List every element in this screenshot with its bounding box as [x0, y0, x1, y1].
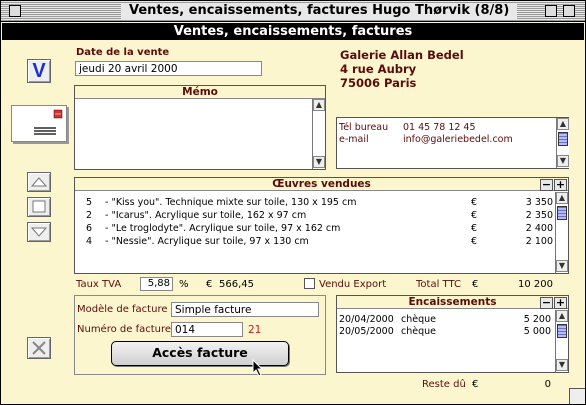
down-arrow-icon [30, 227, 48, 237]
invoice-box: Modèle de facture Simple facture Numéro … [74, 295, 326, 375]
access-invoice-label: Accès facture [152, 345, 248, 360]
delete-x-icon [32, 341, 46, 355]
title-bar[interactable]: Ventes, encaissements, factures Hugo Thø… [1, 1, 585, 22]
email-button[interactable] [11, 105, 67, 142]
works-panel: Œuvres vendues − + 5 - "Kiss you". Techn… [74, 177, 569, 274]
tva-amount: 566,45 [219, 279, 254, 290]
square-icon [32, 200, 46, 213]
sale-date-label: Date de la vente [76, 47, 170, 58]
work-description: - "Kiss you". Technique mixte sur toile,… [105, 197, 357, 208]
scroll-up-arrow-icon[interactable]: ▲ [313, 99, 325, 111]
page-header: Ventes, encaissements, factures [2, 23, 584, 40]
resize-grow-box-icon[interactable] [569, 388, 585, 404]
payment-date: 20/05/2000 [339, 326, 394, 337]
email-value[interactable]: info@galeriebedel.com [403, 134, 513, 145]
invoice-model-field[interactable]: Simple facture [171, 302, 319, 317]
tva-rate-field[interactable]: 5,88 [140, 277, 173, 291]
memo-title: Mémo [75, 86, 325, 99]
scroll-down-arrow-icon[interactable]: ▼ [313, 156, 325, 168]
up-arrow-icon [30, 177, 48, 187]
memo-panel: Mémo ▲ ▼ [74, 85, 326, 170]
sale-date-field[interactable]: jeudi 20 avril 2000 [75, 61, 262, 76]
work-currency: € [471, 197, 478, 208]
percent-sign: % [179, 279, 189, 290]
work-currency: € [471, 236, 478, 247]
work-price: 2 400 [525, 223, 553, 234]
scroll-up-arrow-icon[interactable]: ▲ [557, 118, 569, 130]
phone-value: 01 45 78 12 45 [403, 122, 476, 133]
total-ttc-value: 10 200 [518, 279, 553, 290]
remaining-due-label: Reste dû [422, 379, 466, 390]
remaining-currency: € [472, 379, 479, 390]
delete-button[interactable] [27, 337, 51, 359]
zoom-box-icon[interactable] [545, 5, 557, 17]
work-description: - "Icarus". Acrylique sur toile, 162 x 9… [105, 210, 307, 221]
mouse-pointer-icon [252, 359, 264, 377]
remaining-due-value: 0 [544, 379, 551, 390]
invoice-number-suffix: 21 [248, 324, 262, 336]
remove-work-button[interactable]: − [540, 179, 553, 191]
next-record-button[interactable] [27, 222, 51, 242]
add-payment-button[interactable]: + [554, 297, 567, 309]
scroll-up-arrow-icon[interactable]: ▲ [556, 310, 568, 322]
work-quantity: 4 [86, 236, 93, 247]
work-description: - "Le troglodyte". Acrylique sur toile, … [105, 223, 341, 234]
invoice-number-label: Numéro de facture [77, 324, 172, 335]
work-currency: € [471, 210, 478, 221]
work-price: 2 350 [525, 210, 553, 221]
contact-panel: Tél bureau 01 45 78 12 45 e-mail info@ga… [336, 117, 569, 169]
close-box-icon[interactable] [9, 5, 21, 17]
phone-label: Tél bureau [339, 122, 389, 133]
work-price: 3 350 [525, 197, 553, 208]
previous-record-button[interactable] [27, 172, 51, 192]
application-window: Ventes, encaissements, factures Hugo Thø… [0, 0, 586, 405]
payments-panel: Encaissements − + 20/04/2000 chèque 5 20… [336, 295, 569, 373]
gallery-name: Galerie Allan Bedel [340, 48, 464, 62]
works-title: Œuvres vendues [75, 178, 568, 191]
tva-currency: € [206, 279, 213, 290]
invoice-number-field[interactable]: 014 [171, 322, 243, 337]
payment-amount: 5 200 [523, 314, 551, 325]
validate-button[interactable]: V [27, 59, 51, 83]
scroll-thumb[interactable] [557, 206, 567, 220]
payment-amount: 5 000 [523, 326, 551, 337]
checkmark-v-icon: V [32, 60, 46, 82]
work-currency: € [471, 223, 478, 234]
memo-textarea[interactable] [77, 102, 307, 168]
scroll-thumb[interactable] [558, 132, 568, 146]
payments-title: Encaissements [337, 296, 568, 309]
export-label: Vendu Export [319, 279, 387, 290]
scroll-down-arrow-icon[interactable]: ▼ [557, 155, 569, 167]
window-title: Ventes, encaissements, factures Hugo Thø… [121, 3, 518, 19]
work-quantity: 5 [86, 197, 93, 208]
payment-method: chèque [401, 326, 436, 337]
memo-scrollbar[interactable]: ▲ ▼ [312, 99, 325, 169]
gallery-address-line1: 4 rue Aubry [340, 62, 417, 76]
work-description: - "Nessie". Acrylique sur toile, 97 x 13… [105, 236, 309, 247]
scroll-down-arrow-icon[interactable]: ▼ [556, 260, 568, 272]
collapse-box-icon[interactable] [563, 5, 575, 17]
invoice-model-label: Modèle de facture [77, 304, 168, 315]
work-quantity: 2 [86, 210, 93, 221]
contact-scrollbar[interactable]: ▲ ▼ [556, 118, 569, 168]
scroll-thumb[interactable] [557, 324, 567, 338]
payment-method: chèque [401, 314, 436, 325]
payment-date: 20/04/2000 [339, 314, 394, 325]
record-list-button[interactable] [27, 197, 51, 217]
export-checkbox[interactable] [304, 278, 315, 289]
work-quantity: 6 [86, 223, 93, 234]
email-label: e-mail [339, 134, 369, 145]
scroll-up-arrow-icon[interactable]: ▲ [556, 192, 568, 204]
envelope-icon [34, 109, 63, 135]
works-scrollbar[interactable]: ▲ ▼ [555, 192, 568, 273]
work-price: 2 100 [525, 236, 553, 247]
remove-payment-button[interactable]: − [540, 297, 553, 309]
add-work-button[interactable]: + [554, 179, 567, 191]
tva-label: Taux TVA [76, 279, 122, 290]
payments-scrollbar[interactable]: ▲ ▼ [555, 310, 568, 372]
gallery-address-line2: 75006 Paris [340, 76, 417, 90]
total-ttc-label: Total TTC [416, 279, 461, 290]
scroll-down-arrow-icon[interactable]: ▼ [556, 359, 568, 371]
total-currency: € [472, 279, 479, 290]
